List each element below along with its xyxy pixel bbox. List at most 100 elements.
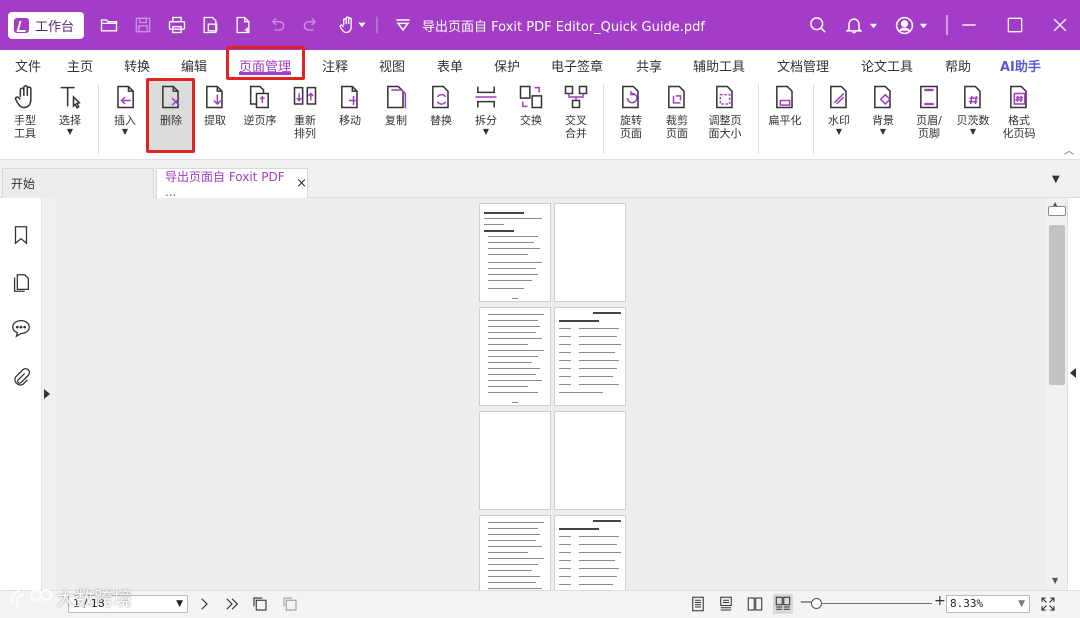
tab-home[interactable]: 主页 bbox=[67, 56, 93, 75]
reorder-pages-button[interactable]: 重新 排列 bbox=[288, 82, 322, 140]
workbench-button[interactable]: 工作台 bbox=[8, 12, 84, 39]
maximize-icon[interactable] bbox=[1003, 13, 1027, 37]
tab-current-document[interactable]: 导出页面自 Foxit PDF ... × bbox=[156, 168, 308, 199]
print-icon[interactable] bbox=[166, 14, 188, 36]
bates-dropdown-icon[interactable]: ▼ bbox=[970, 127, 976, 136]
crop-pages-button[interactable]: 裁剪 页面 bbox=[660, 82, 694, 140]
format-page-number-button[interactable]: 格式 化页码 bbox=[999, 82, 1039, 140]
notification-bell-icon[interactable] bbox=[842, 13, 866, 37]
zoom-dropdown-icon[interactable]: ▼ bbox=[1018, 596, 1025, 612]
thumbnail-text-line bbox=[579, 360, 619, 361]
page-thumbnails-icon[interactable] bbox=[10, 272, 32, 294]
split-button[interactable]: 拆分 ▼ bbox=[469, 82, 503, 136]
continuous-facing-view-icon[interactable] bbox=[773, 594, 793, 614]
tab-file[interactable]: 文件 bbox=[15, 56, 41, 75]
tab-document-management[interactable]: 文档管理 bbox=[777, 56, 829, 75]
copy-page-button[interactable]: 复制 bbox=[379, 82, 413, 127]
tab-protect[interactable]: 保护 bbox=[494, 56, 520, 75]
close-window-icon[interactable] bbox=[1048, 13, 1072, 37]
scrollbar-thumb[interactable] bbox=[1049, 225, 1065, 385]
zoom-slider-knob[interactable] bbox=[811, 598, 822, 609]
hand-tool-quick-icon[interactable] bbox=[336, 14, 358, 36]
bookmark-icon[interactable] bbox=[10, 224, 32, 246]
customize-toolbar-icon[interactable] bbox=[392, 14, 414, 36]
facing-view-icon[interactable] bbox=[745, 594, 765, 614]
next-view-icon[interactable] bbox=[280, 594, 300, 614]
page-thumbnail[interactable] bbox=[479, 411, 551, 510]
thumbnail-text-line bbox=[559, 344, 571, 345]
scroll-down-icon[interactable]: ▼ bbox=[1052, 576, 1058, 585]
tab-start[interactable]: 开始 bbox=[2, 168, 154, 198]
background-dropdown-icon[interactable]: ▼ bbox=[880, 127, 886, 136]
save-icon[interactable] bbox=[132, 14, 154, 36]
extract-page-button[interactable]: 提取 bbox=[198, 82, 232, 127]
next-page-icon[interactable] bbox=[194, 594, 214, 614]
notification-dropdown-icon[interactable] bbox=[866, 13, 880, 37]
watermark-dropdown-icon[interactable]: ▼ bbox=[836, 127, 842, 136]
collapse-ribbon-icon[interactable]: ︿ bbox=[1064, 142, 1074, 157]
move-page-button[interactable]: 移动 bbox=[333, 82, 367, 127]
tab-ai-assistant[interactable]: AI助手 bbox=[1000, 56, 1041, 75]
open-folder-icon[interactable] bbox=[98, 14, 120, 36]
page-dropdown-icon[interactable]: ▼ bbox=[176, 596, 183, 612]
page-thumbnail[interactable] bbox=[554, 307, 626, 406]
hand-tool-dropdown-icon[interactable] bbox=[356, 14, 368, 36]
flatten-button[interactable]: 扁平化 bbox=[766, 82, 804, 127]
zoom-slider-track[interactable] bbox=[812, 603, 932, 604]
interleave-merge-button[interactable]: 交叉 合并 bbox=[559, 82, 593, 140]
previous-view-icon[interactable] bbox=[250, 594, 270, 614]
expand-right-panel-icon[interactable] bbox=[1070, 368, 1076, 378]
page-thumbnail[interactable] bbox=[479, 307, 551, 406]
bates-number-button[interactable]: 贝茨数 ▼ bbox=[953, 82, 993, 136]
user-account-icon[interactable] bbox=[892, 13, 916, 37]
close-tab-icon[interactable]: × bbox=[296, 176, 307, 191]
attachment-icon[interactable] bbox=[10, 367, 32, 389]
reverse-pages-button[interactable]: 逆页序 bbox=[240, 82, 280, 127]
header-footer-button[interactable]: 页眉/ 页脚 bbox=[910, 82, 948, 140]
scan-document-icon[interactable] bbox=[199, 14, 221, 36]
single-page-view-icon[interactable] bbox=[688, 594, 708, 614]
insert-dropdown-icon[interactable]: ▼ bbox=[122, 127, 128, 136]
background-button[interactable]: 背景 ▼ bbox=[866, 82, 900, 136]
select-button[interactable]: 选择 ▼ bbox=[53, 82, 87, 136]
tab-e-signature[interactable]: 电子签章 bbox=[551, 56, 603, 75]
page-thumbnail[interactable] bbox=[479, 203, 551, 302]
zoom-level-input[interactable]: 8.33% ▼ bbox=[946, 595, 1030, 613]
split-dropdown-icon[interactable]: ▼ bbox=[483, 127, 489, 136]
expand-panel-icon[interactable] bbox=[44, 389, 50, 399]
tab-help[interactable]: 帮助 bbox=[945, 56, 971, 75]
tab-accessibility[interactable]: 辅助工具 bbox=[693, 56, 745, 75]
comments-icon[interactable] bbox=[10, 317, 32, 339]
tab-share[interactable]: 共享 bbox=[636, 56, 662, 75]
minimize-icon[interactable] bbox=[957, 13, 981, 37]
account-dropdown-icon[interactable] bbox=[916, 13, 930, 37]
tab-edit[interactable]: 编辑 bbox=[181, 56, 207, 75]
last-page-icon[interactable] bbox=[222, 594, 242, 614]
tab-thesis-tools[interactable]: 论文工具 bbox=[861, 56, 913, 75]
split-view-handle[interactable] bbox=[1048, 206, 1066, 216]
select-dropdown-icon[interactable]: ▼ bbox=[67, 127, 73, 136]
page-thumbnail[interactable] bbox=[554, 203, 626, 302]
tab-convert[interactable]: 转换 bbox=[124, 56, 150, 75]
hand-tool-button[interactable]: 手型 工具 bbox=[8, 82, 42, 140]
tab-list-dropdown-icon[interactable]: ▼ bbox=[1052, 174, 1060, 185]
watermark-button[interactable]: 水印 ▼ bbox=[822, 82, 856, 136]
page-thumbnail[interactable] bbox=[554, 411, 626, 510]
tab-form[interactable]: 表单 bbox=[437, 56, 463, 75]
page-thumbnail[interactable] bbox=[479, 515, 551, 590]
tab-comment[interactable]: 注释 bbox=[322, 56, 348, 75]
swap-pages-button[interactable]: 交换 bbox=[514, 82, 548, 127]
search-icon[interactable] bbox=[806, 13, 830, 37]
fullscreen-icon[interactable] bbox=[1038, 594, 1058, 614]
undo-icon[interactable] bbox=[266, 14, 288, 36]
replace-page-button[interactable]: 替换 bbox=[424, 82, 458, 127]
rotate-pages-button[interactable]: 旋转 页面 bbox=[612, 82, 650, 140]
zoom-in-icon[interactable]: + bbox=[934, 593, 946, 609]
redo-icon[interactable] bbox=[300, 14, 322, 36]
insert-page-button[interactable]: 插入 ▼ bbox=[108, 82, 142, 136]
continuous-view-icon[interactable] bbox=[716, 594, 736, 614]
page-thumbnail[interactable] bbox=[554, 515, 626, 590]
resize-pages-button[interactable]: 调整页 面大小 bbox=[702, 82, 748, 140]
tab-view[interactable]: 视图 bbox=[379, 56, 405, 75]
new-document-icon[interactable] bbox=[232, 14, 254, 36]
